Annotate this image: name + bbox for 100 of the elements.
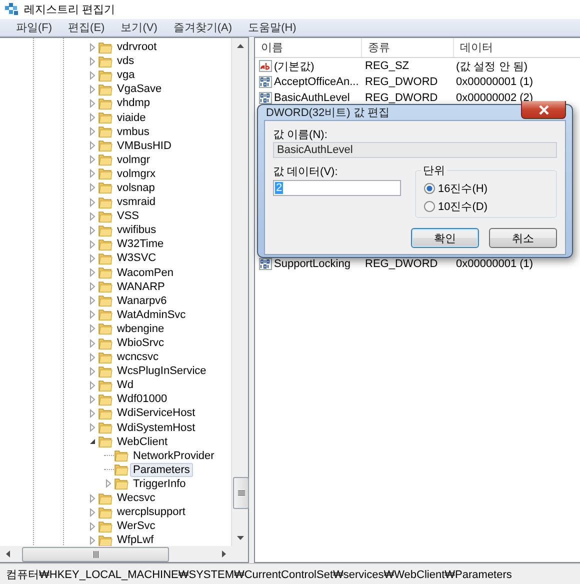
tree-item[interactable]: NetworkProvider bbox=[130, 448, 218, 463]
column-header[interactable]: 데이터 bbox=[454, 38, 580, 57]
tree-item[interactable]: WebClient bbox=[114, 434, 171, 449]
folder-icon bbox=[114, 463, 129, 476]
tree-item[interactable]: VSS bbox=[114, 209, 142, 224]
tree-item[interactable]: WcsPlugInService bbox=[114, 364, 210, 378]
folder-icon bbox=[114, 449, 129, 462]
folder-icon bbox=[98, 68, 113, 82]
dialog-button[interactable]: 취소 bbox=[489, 228, 557, 248]
expand-arrow-icon[interactable] bbox=[88, 113, 98, 122]
expand-arrow-icon[interactable] bbox=[88, 155, 98, 164]
expand-arrow-icon[interactable] bbox=[88, 268, 98, 278]
tree-item[interactable]: vwifibus bbox=[114, 223, 160, 238]
tree-item[interactable]: wcncsvc bbox=[114, 350, 162, 364]
expand-arrow-icon[interactable] bbox=[88, 408, 98, 418]
expand-arrow-icon[interactable] bbox=[88, 494, 98, 503]
tree-item[interactable]: Wdf01000 bbox=[114, 392, 170, 406]
value-name[interactable]: (기본값) bbox=[274, 58, 314, 74]
column-header[interactable]: 종류 bbox=[362, 38, 454, 57]
expand-arrow-icon[interactable] bbox=[88, 42, 98, 52]
expand-arrow-icon[interactable] bbox=[88, 423, 98, 432]
vertical-scrollbar[interactable] bbox=[231, 38, 248, 546]
tree-item[interactable]: WdiSystemHost bbox=[114, 420, 198, 435]
radio-icon[interactable] bbox=[424, 201, 435, 212]
scroll-thumb[interactable] bbox=[233, 477, 249, 509]
expand-arrow-icon[interactable] bbox=[88, 536, 98, 545]
radio-button[interactable]: 16진수(H) bbox=[424, 181, 548, 196]
tree-item[interactable]: WerSvc bbox=[114, 519, 158, 534]
tree-item[interactable]: W3SVC bbox=[114, 251, 160, 266]
expand-arrow-icon[interactable] bbox=[88, 183, 98, 192]
expand-arrow-icon[interactable] bbox=[88, 240, 98, 249]
tree-item[interactable]: Parameters bbox=[130, 462, 193, 477]
tree-item[interactable]: vga bbox=[114, 68, 138, 82]
value-name[interactable]: AcceptOfficeAn... bbox=[274, 76, 359, 88]
tree-item[interactable]: TriggerInfo bbox=[130, 476, 189, 491]
tree-item[interactable]: WfpLwf bbox=[114, 533, 157, 546]
tree-item[interactable]: WANARP bbox=[114, 280, 168, 294]
menu-item[interactable]: 즐겨찾기(A) bbox=[165, 20, 240, 35]
tree-item[interactable]: WdiServiceHost bbox=[114, 406, 198, 420]
menu-item[interactable]: 편집(E) bbox=[60, 20, 113, 35]
column-header[interactable]: 이름 bbox=[255, 38, 362, 57]
tree-item[interactable]: WatAdminSvc bbox=[114, 308, 189, 322]
expand-arrow-icon[interactable] bbox=[88, 226, 98, 235]
scroll-thumb[interactable] bbox=[22, 546, 169, 562]
expand-arrow-icon[interactable] bbox=[88, 198, 98, 207]
tree-item[interactable]: WacomPen bbox=[114, 266, 176, 280]
tree-item[interactable]: Wd bbox=[114, 378, 136, 392]
expand-arrow-icon[interactable] bbox=[88, 508, 98, 517]
expand-arrow-icon[interactable] bbox=[88, 380, 98, 390]
expand-arrow-icon[interactable] bbox=[88, 324, 98, 334]
radio-button[interactable]: 10진수(D) bbox=[424, 199, 548, 214]
folder-icon bbox=[98, 492, 113, 505]
tree-item[interactable]: Wecsvc bbox=[114, 491, 158, 506]
radio-icon[interactable] bbox=[424, 183, 435, 194]
tree-item[interactable]: viaide bbox=[114, 110, 149, 125]
expand-arrow-icon[interactable] bbox=[88, 212, 98, 221]
expand-arrow-icon[interactable] bbox=[88, 522, 98, 531]
expand-arrow-icon[interactable] bbox=[88, 56, 98, 66]
expand-arrow-icon[interactable] bbox=[88, 98, 98, 108]
expand-arrow-icon[interactable] bbox=[88, 141, 98, 150]
tree-item[interactable]: W32Time bbox=[114, 237, 167, 252]
expand-arrow-icon[interactable] bbox=[88, 310, 98, 320]
expand-arrow-icon[interactable] bbox=[104, 479, 114, 488]
tree-item[interactable]: volsnap bbox=[114, 180, 158, 195]
menu-item[interactable]: 파일(F) bbox=[8, 20, 60, 35]
value-name-field[interactable]: BasicAuthLevel bbox=[273, 142, 557, 158]
close-button[interactable] bbox=[521, 101, 566, 119]
tree-item[interactable]: vds bbox=[114, 54, 138, 68]
tree-item[interactable]: WbioSrvc bbox=[114, 336, 168, 350]
dialog-button[interactable]: 확인 bbox=[411, 228, 479, 248]
menu-item[interactable]: 도움말(H) bbox=[240, 20, 304, 35]
horizontal-scrollbar[interactable] bbox=[0, 546, 248, 562]
expand-arrow-icon[interactable] bbox=[88, 70, 98, 80]
value-name[interactable]: SupportLocking bbox=[274, 258, 350, 270]
menu-item[interactable]: 보기(V) bbox=[112, 20, 166, 35]
tree-item[interactable]: volmgr bbox=[114, 152, 154, 167]
tree-item[interactable]: volmgrx bbox=[114, 166, 159, 181]
collapse-arrow-icon[interactable] bbox=[88, 437, 98, 446]
expand-arrow-icon[interactable] bbox=[88, 338, 98, 348]
tree-item[interactable]: Wanarpv6 bbox=[114, 294, 170, 308]
tree-item[interactable]: VMBusHID bbox=[114, 138, 174, 153]
expand-arrow-icon[interactable] bbox=[88, 282, 98, 292]
tree-item[interactable]: VgaSave bbox=[114, 82, 165, 96]
expand-arrow-icon[interactable] bbox=[88, 169, 98, 178]
tree-item[interactable]: vhdmp bbox=[114, 96, 154, 110]
expand-arrow-icon[interactable] bbox=[88, 84, 98, 94]
value-name[interactable]: BasicAuthLevel bbox=[274, 92, 350, 104]
expand-arrow-icon[interactable] bbox=[88, 296, 98, 306]
expand-arrow-icon[interactable] bbox=[88, 127, 98, 136]
folder-icon bbox=[98, 196, 113, 209]
tree-item[interactable]: vmbus bbox=[114, 124, 152, 139]
tree-item[interactable]: wercplsupport bbox=[114, 505, 188, 520]
tree-item[interactable]: vdrvroot bbox=[114, 40, 160, 54]
folder-icon bbox=[98, 506, 113, 519]
expand-arrow-icon[interactable] bbox=[88, 366, 98, 376]
tree-item[interactable]: wbengine bbox=[114, 322, 168, 336]
tree-item[interactable]: vsmraid bbox=[114, 195, 159, 210]
expand-arrow-icon[interactable] bbox=[88, 352, 98, 362]
expand-arrow-icon[interactable] bbox=[88, 254, 98, 263]
expand-arrow-icon[interactable] bbox=[88, 394, 98, 404]
